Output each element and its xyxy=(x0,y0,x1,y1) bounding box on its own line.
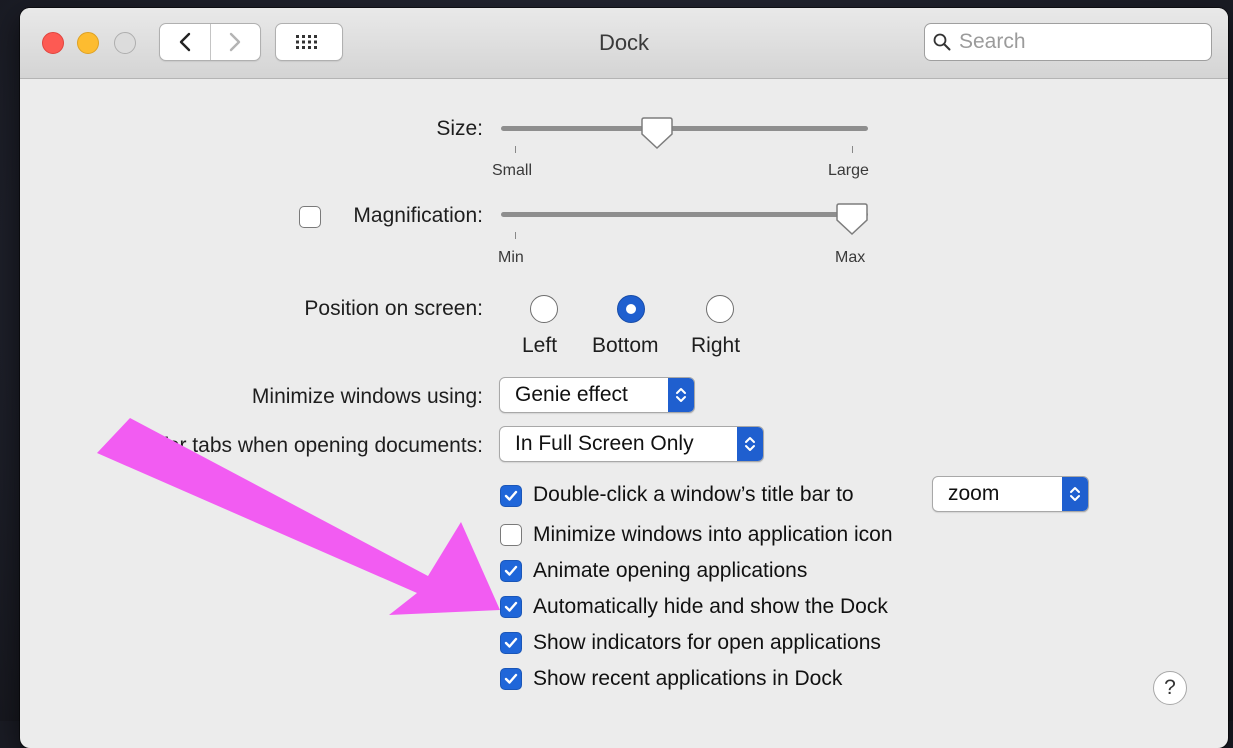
size-max-label: Large xyxy=(828,162,869,179)
show-indicators-label: Show indicators for open applications xyxy=(533,631,881,654)
position-bottom-radio[interactable] xyxy=(617,295,645,323)
minimize-into-app-icon-checkbox[interactable] xyxy=(500,524,522,546)
popup-arrows-icon xyxy=(668,378,694,412)
animate-opening-checkbox[interactable] xyxy=(500,560,522,582)
size-slider-knob[interactable] xyxy=(640,116,674,150)
animate-opening-label: Animate opening applications xyxy=(533,559,808,582)
magnifier-icon xyxy=(933,33,951,51)
size-label: Size: xyxy=(436,117,483,140)
checkmark-icon xyxy=(504,637,518,648)
prefer-tabs-popup[interactable]: In Full Screen Only xyxy=(499,426,764,462)
position-bottom-label: Bottom xyxy=(592,334,659,357)
show-recent-apps-label: Show recent applications in Dock xyxy=(533,667,843,690)
auto-hide-dock-checkbox[interactable] xyxy=(500,596,522,618)
help-button[interactable]: ? xyxy=(1153,671,1187,705)
double-click-title-bar-checkbox[interactable] xyxy=(500,485,522,507)
dock-preferences-window: Dock Size: Small Large Magnification: Mi… xyxy=(20,8,1228,748)
double-click-action-popup[interactable]: zoom xyxy=(932,476,1089,512)
magnification-checkbox[interactable] xyxy=(299,206,321,228)
magnification-min-label: Min xyxy=(498,249,524,266)
titlebar: Dock xyxy=(20,8,1228,79)
magnification-slider-knob[interactable] xyxy=(835,202,869,236)
double-click-action-value: zoom xyxy=(948,482,1000,505)
popup-arrows-icon xyxy=(737,427,763,461)
prefer-tabs-label: Prefer tabs when opening documents: xyxy=(129,434,483,457)
magnification-label: Magnification: xyxy=(353,204,483,227)
size-tick-min xyxy=(515,146,516,153)
show-indicators-checkbox[interactable] xyxy=(500,632,522,654)
position-left-radio[interactable] xyxy=(530,295,558,323)
search-input[interactable] xyxy=(957,29,1201,55)
position-right-label: Right xyxy=(691,334,741,357)
checkmark-icon xyxy=(504,673,518,684)
size-min-label: Small xyxy=(492,162,533,179)
minimize-effect-value: Genie effect xyxy=(515,383,628,406)
checkmark-icon xyxy=(504,601,518,612)
position-left-label: Left xyxy=(522,334,558,357)
magnification-tick-min xyxy=(515,232,516,239)
prefer-tabs-value: In Full Screen Only xyxy=(515,432,694,455)
size-tick-max xyxy=(852,146,853,153)
magnification-max-label: Max xyxy=(835,249,866,266)
popup-arrows-icon xyxy=(1062,477,1088,511)
show-recent-apps-checkbox[interactable] xyxy=(500,668,522,690)
search-field[interactable] xyxy=(924,23,1212,61)
position-right-radio[interactable] xyxy=(706,295,734,323)
minimize-effect-popup[interactable]: Genie effect xyxy=(499,377,695,413)
minimize-using-label: Minimize windows using: xyxy=(251,385,483,408)
auto-hide-dock-label: Automatically hide and show the Dock xyxy=(533,595,888,618)
double-click-title-bar-label: Double-click a window’s title bar to xyxy=(533,483,854,506)
position-label: Position on screen: xyxy=(304,297,483,320)
size-slider-track[interactable] xyxy=(501,126,868,131)
checkmark-icon xyxy=(504,490,518,501)
magnification-slider-track[interactable] xyxy=(501,212,868,217)
checkmark-icon xyxy=(504,565,518,576)
minimize-into-app-icon-label: Minimize windows into application icon xyxy=(533,523,893,546)
